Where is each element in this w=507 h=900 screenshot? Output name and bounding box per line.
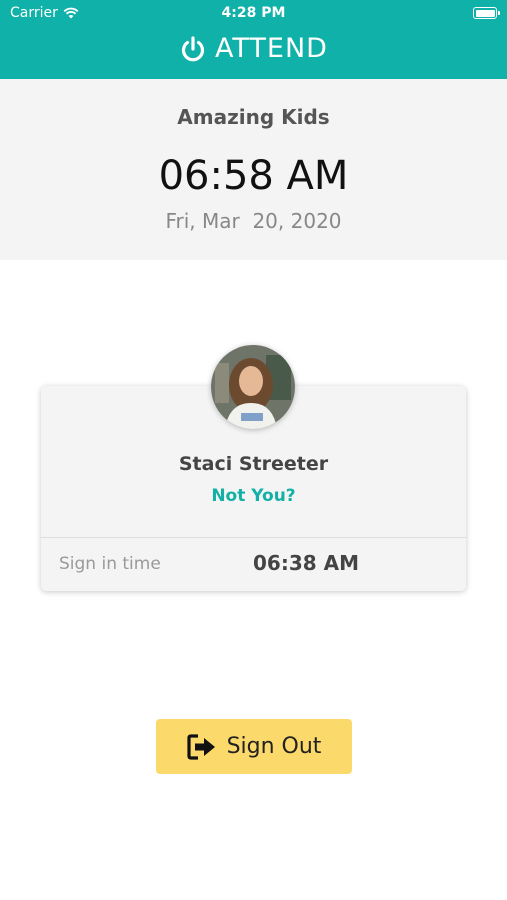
current-time: 06:58 AM bbox=[158, 153, 349, 199]
sign-in-time-label: Sign in time bbox=[59, 554, 161, 574]
sign-out-icon bbox=[186, 733, 215, 760]
sign-in-time-value: 06:38 AM bbox=[253, 551, 360, 575]
sign-out-label: Sign Out bbox=[226, 734, 322, 759]
avatar bbox=[211, 345, 295, 429]
power-icon bbox=[181, 35, 205, 61]
status-time: 4:28 PM bbox=[221, 5, 286, 21]
battery-icon bbox=[473, 7, 500, 19]
brand-logo: ATTEND bbox=[0, 33, 507, 64]
summary-panel: Amazing Kids 06:58 AM Fri, Mar 20, 2020 bbox=[0, 79, 507, 260]
sign-out-button[interactable]: Sign Out bbox=[156, 719, 352, 774]
avatar-photo bbox=[211, 345, 295, 429]
current-date: Fri, Mar 20, 2020 bbox=[165, 209, 342, 233]
status-bar: Carrier 4:28 PM bbox=[0, 0, 507, 28]
app-header: Carrier 4:28 PM ATTEND bbox=[0, 0, 507, 79]
divider bbox=[41, 537, 466, 538]
not-you-link[interactable]: Not You? bbox=[41, 486, 466, 506]
brand-name: ATTEND bbox=[215, 33, 328, 64]
attendee-name: Staci Streeter bbox=[178, 453, 329, 475]
organization-name: Amazing Kids bbox=[177, 105, 330, 129]
